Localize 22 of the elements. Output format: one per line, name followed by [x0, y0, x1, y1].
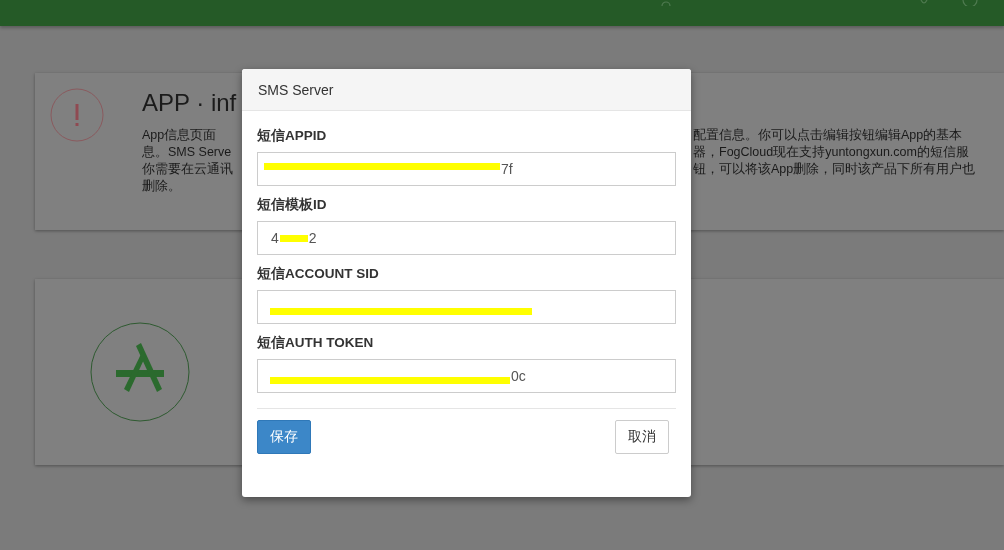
field-label: 短信AUTH TOKEN [257, 334, 375, 352]
alert-icon [49, 87, 105, 143]
redaction-mark [279, 234, 308, 242]
input-field[interactable]: 7f [257, 152, 676, 186]
input-field[interactable]: 0c [257, 359, 676, 393]
field-label: 短信APPID [257, 127, 328, 145]
description-text: 器，FogCloud现在支持yuntongxun.com的短信服 [693, 144, 970, 161]
save-button[interactable]: 保存 [257, 420, 311, 454]
cancel-button[interactable]: 取消 [615, 420, 669, 454]
app-store-icon [90, 322, 190, 422]
dialog-title: SMS Server [258, 81, 334, 98]
description-text: 息。SMS Serve [142, 144, 233, 161]
field-label: 短信模板ID [257, 196, 328, 214]
input-field[interactable]: 4 2 [257, 221, 676, 255]
description-text: App信息页面 [142, 127, 218, 144]
description-text: 配置信息。你可以点击编辑按钮编辑App的基本 [693, 127, 964, 144]
field-label: 短信ACCOUNT SID [257, 265, 380, 283]
description-text: 你需要在云通讯 [142, 161, 234, 178]
card-title: APP · inf [142, 89, 237, 117]
description-text: 钮，可以将该App删除，同时该产品下所有用户也 [693, 161, 976, 178]
input-field[interactable] [257, 290, 676, 324]
description-text: 删除。 [142, 178, 182, 195]
